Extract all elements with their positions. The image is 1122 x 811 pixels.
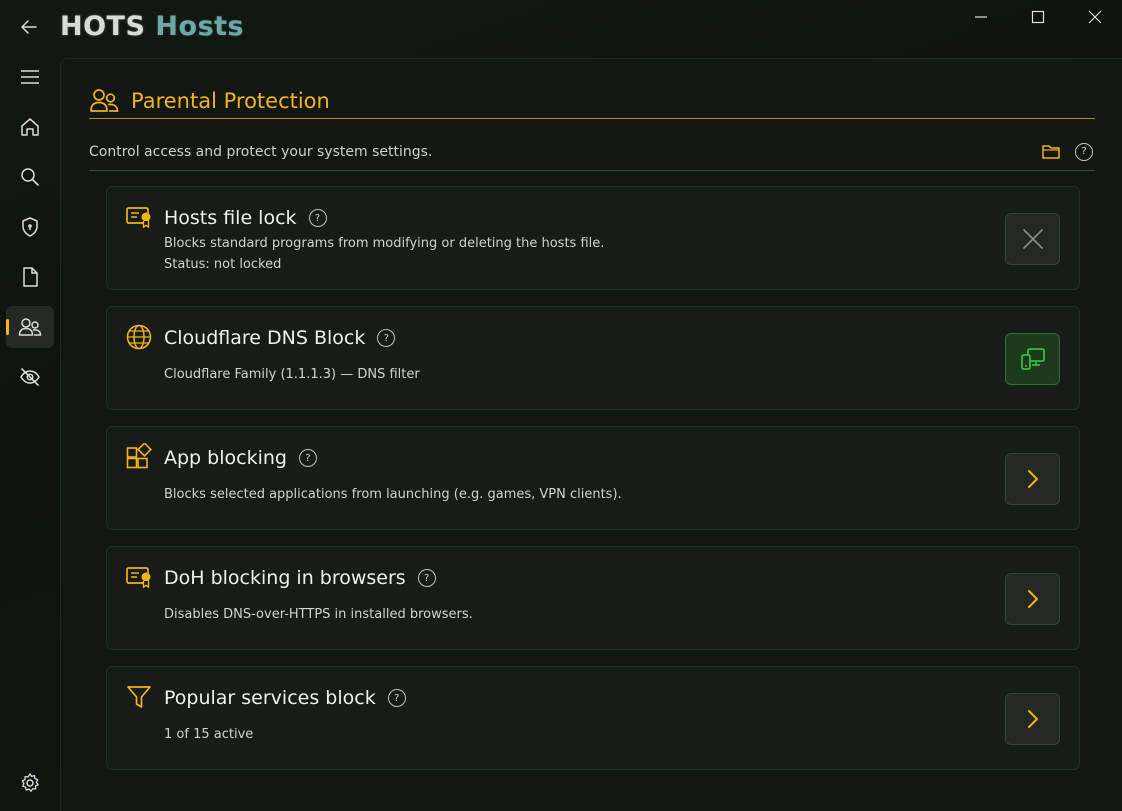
open-popular-services-button[interactable]: [1005, 693, 1060, 745]
maximize-button[interactable]: [1009, 0, 1067, 34]
card-title: Hosts file lock ?: [164, 207, 327, 229]
app-window: HOTS Hosts Parental Protection Control a…: [0, 0, 1122, 811]
hidden-eye-icon: [20, 368, 40, 386]
card-description: Disables DNS-over-HTTPS in installed bro…: [164, 607, 473, 622]
minimize-button[interactable]: [952, 0, 1010, 34]
close-icon: [1088, 10, 1102, 24]
help-button[interactable]: ?: [308, 209, 327, 227]
card-cloudflare-dns: Cloudflare DNS Block ? Cloudflare Family…: [106, 306, 1080, 410]
chevron-right-icon: [1027, 470, 1038, 488]
back-button[interactable]: [10, 10, 48, 44]
help-button[interactable]: ?: [298, 449, 317, 467]
open-doh-blocking-button[interactable]: [1005, 573, 1060, 625]
minimize-icon: [975, 16, 987, 18]
main-panel: Parental Protection Control access and p…: [60, 58, 1122, 811]
logo-word-hots: HOTS: [60, 10, 146, 42]
card-title-text: DoH blocking in browsers: [164, 567, 406, 589]
sidebar-item-home[interactable]: [6, 106, 54, 148]
card-doh-blocking: DoH blocking in browsers ? Disables DNS-…: [106, 546, 1080, 650]
help-button[interactable]: ?: [387, 689, 406, 707]
subtitle-row: Control access and protect your system s…: [89, 133, 1095, 171]
document-icon: [23, 267, 38, 287]
page-subtitle: Control access and protect your system s…: [89, 143, 433, 160]
globe-icon: [126, 324, 152, 350]
card-title: Popular services block ?: [164, 687, 406, 709]
settings-gear-icon: [21, 773, 39, 792]
shield-icon: [22, 217, 38, 237]
card-hosts-file-lock: Hosts file lock ? Blocks standard progra…: [106, 186, 1080, 290]
parental-users-icon: [18, 318, 42, 336]
dns-devices-button[interactable]: [1005, 333, 1060, 385]
certificate-icon: [126, 207, 151, 229]
card-description: 1 of 15 active: [164, 727, 254, 742]
lock-toggle-button[interactable]: [1005, 213, 1060, 265]
maximize-icon: [1031, 10, 1045, 24]
page-header: Parental Protection: [89, 83, 1095, 119]
home-icon: [21, 118, 39, 136]
card-status: Status: not locked: [164, 257, 282, 272]
page-help-button[interactable]: ?: [1075, 142, 1093, 161]
filter-funnel-icon: [127, 686, 151, 708]
hamburger-menu-icon: [21, 70, 39, 84]
app-logo: HOTS Hosts: [60, 6, 244, 46]
card-title-text: Cloudflare DNS Block: [164, 327, 366, 349]
chevron-right-icon: [1027, 710, 1038, 728]
logo-word-hosts: Hosts: [155, 10, 245, 42]
sidebar-item-privacy[interactable]: [6, 356, 54, 398]
sidebar-item-security[interactable]: [6, 206, 54, 248]
card-description: Blocks standard programs from modifying …: [164, 236, 605, 251]
certificate-icon: [126, 567, 151, 589]
sidebar-item-settings[interactable]: [6, 762, 54, 804]
close-window-button[interactable]: [1066, 0, 1122, 34]
apps-grid-icon: [126, 443, 152, 469]
card-description: Blocks selected applications from launch…: [164, 487, 622, 502]
card-description: Cloudflare Family (1.1.1.3) — DNS filter: [164, 367, 420, 382]
sidebar-item-parental[interactable]: [6, 306, 54, 348]
help-button[interactable]: ?: [377, 329, 396, 347]
card-app-blocking: App blocking ? Blocks selected applicati…: [106, 426, 1080, 530]
sidebar-item-menu[interactable]: [6, 56, 54, 98]
card-title: DoH blocking in browsers ?: [164, 567, 436, 589]
back-arrow-icon: [21, 20, 37, 34]
parental-users-icon: [90, 88, 119, 112]
folder-icon[interactable]: [1041, 143, 1061, 161]
close-x-icon: [1022, 229, 1043, 249]
title-bar: HOTS Hosts: [0, 0, 1122, 52]
card-title-text: App blocking: [164, 447, 287, 469]
page-title: Parental Protection: [131, 88, 330, 113]
chevron-right-icon: [1027, 590, 1038, 608]
devices-icon: [1020, 348, 1045, 370]
open-app-blocking-button[interactable]: [1005, 453, 1060, 505]
card-popular-services: Popular services block ? 1 of 15 active: [106, 666, 1080, 770]
search-icon: [21, 168, 39, 186]
sidebar-nav: [0, 52, 60, 811]
sidebar-item-search[interactable]: [6, 156, 54, 198]
sidebar-item-files[interactable]: [6, 256, 54, 298]
card-title-text: Popular services block: [164, 687, 376, 709]
card-title: Cloudflare DNS Block ?: [164, 327, 396, 349]
card-title-text: Hosts file lock: [164, 207, 297, 229]
card-title: App blocking ?: [164, 447, 317, 469]
page-actions: ?: [1041, 142, 1095, 161]
help-button[interactable]: ?: [417, 569, 436, 587]
